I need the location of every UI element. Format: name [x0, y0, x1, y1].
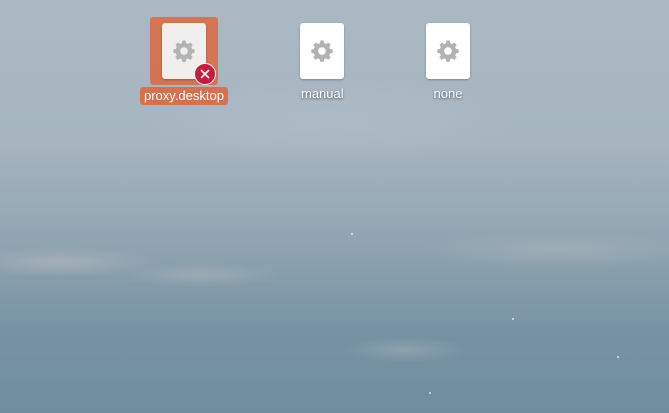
background-sparkle	[617, 356, 619, 358]
unreadable-emblem-icon	[193, 63, 216, 85]
file-icon[interactable]	[300, 23, 345, 79]
icon-label: manual	[301, 86, 344, 101]
desktop-icon-proxy[interactable]: proxy.desktop	[140, 17, 228, 105]
gear-icon	[437, 40, 459, 62]
icon-label: proxy.desktop	[140, 87, 228, 105]
gear-icon	[173, 40, 195, 62]
background-sparkle	[351, 233, 353, 235]
desktop-background[interactable]: proxy.desktop manual none	[0, 0, 669, 413]
icon-label: none	[433, 86, 463, 101]
background-sparkle	[429, 392, 431, 394]
file-icon[interactable]	[426, 23, 470, 79]
file-icon[interactable]	[161, 23, 216, 85]
desktop-icon-manual[interactable]: manual	[297, 23, 348, 103]
desktop-icon-none[interactable]: none	[426, 23, 470, 103]
background-sparkle	[512, 318, 514, 320]
gear-icon	[311, 40, 334, 62]
